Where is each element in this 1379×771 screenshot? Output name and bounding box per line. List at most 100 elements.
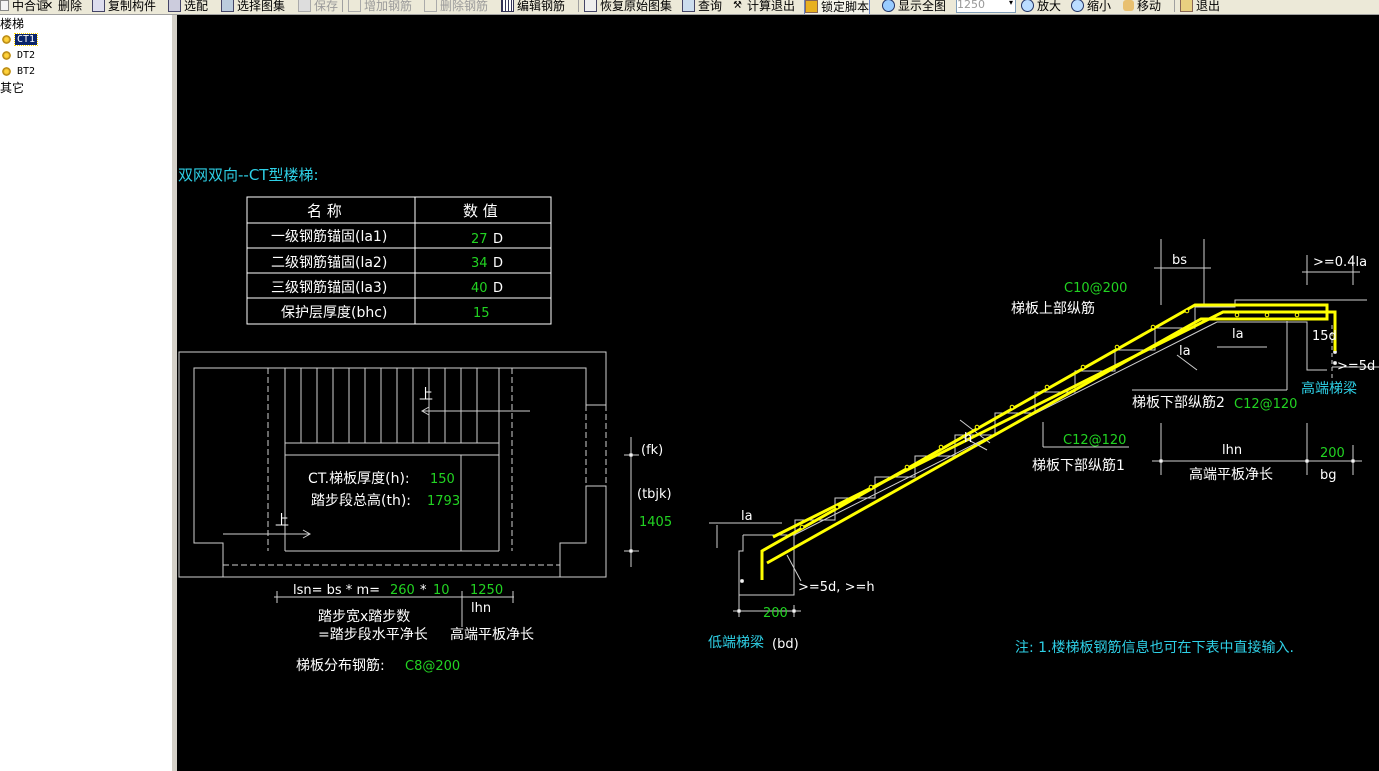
tree-item-bt2[interactable]: BT2 <box>0 64 37 78</box>
section-bd-value[interactable]: 200 <box>763 606 788 622</box>
tree-item-ct1[interactable]: CT1 <box>0 32 39 46</box>
exit-icon <box>1180 0 1193 12</box>
zoom-all-icon <box>882 0 895 12</box>
plan-thickness-label: CT.梯板厚度(h): <box>308 471 410 487</box>
plan-lhn-label: lhn <box>471 601 492 616</box>
remove-icon <box>424 0 437 12</box>
section-ge5d-label: >=5d <box>1337 359 1376 374</box>
pan-button[interactable]: 移动 <box>1123 0 1161 14</box>
table-row-name: 保护层厚度(bhc) <box>281 305 388 321</box>
lock-icon <box>805 0 818 13</box>
plan-fk-label: (fk) <box>641 443 664 458</box>
section-high-beam-label: 高端梯梁 <box>1301 381 1357 397</box>
component-tree: 楼梯 CT1 DT2 BT2 其它 <box>0 15 171 771</box>
table-row-name: 二级钢筋锚固(la2) <box>271 255 388 271</box>
plan-high-plate: 高端平板净长 <box>450 627 534 643</box>
gear-icon <box>2 50 11 60</box>
delete-icon: ✕ <box>44 0 54 12</box>
chevron-down-icon: ▾ <box>1008 0 1013 7</box>
plan-step-text: 踏步宽x踏步数 <box>318 609 411 625</box>
plan-step-lines <box>300 368 478 443</box>
table-row-unit: D <box>493 256 504 271</box>
restore-atlas-button[interactable]: 恢复原始图集 <box>584 0 672 14</box>
plan-up-label: 上 <box>275 513 289 529</box>
toolbar-separator <box>1174 0 1175 12</box>
zoom-combo[interactable]: 1250 ▾ <box>956 0 1016 13</box>
section-bs-label: bs <box>1172 253 1188 268</box>
save-icon <box>298 0 311 12</box>
section-low-la-label: la <box>741 509 753 524</box>
plan-thickness-value[interactable]: 150 <box>430 472 455 488</box>
table-header-name: 名 称 <box>307 202 342 220</box>
edit-rebar-button[interactable]: 编辑钢筋 <box>501 0 565 14</box>
section-la-label: la <box>1179 344 1191 359</box>
plan-m-value[interactable]: 10 <box>433 583 450 599</box>
delete-button[interactable]: ✕ 删除 <box>44 0 82 14</box>
restore-icon <box>584 0 597 12</box>
section-bg-label: bg <box>1320 468 1337 483</box>
delete-rebar-button[interactable]: 删除钢筋 <box>424 0 488 14</box>
rebar-lines <box>760 303 1337 580</box>
select-atlas-button[interactable]: 选择图集 <box>221 0 285 14</box>
drawing-canvas[interactable]: 双网双向--CT型楼梯: 名 称 数 值 一级钢筋锚固(la1) 27 D 二级… <box>177 15 1379 771</box>
add-rebar-button[interactable]: 增加钢筋 <box>348 0 412 14</box>
zoom-in-icon <box>1021 0 1034 12</box>
lock-script-button[interactable]: 锁定脚本 <box>804 0 871 14</box>
new-icon <box>0 0 9 11</box>
section-15d-label: 15d <box>1312 329 1337 344</box>
save-button[interactable]: 保存 <box>298 0 338 14</box>
section-la-label: la <box>1232 327 1244 342</box>
section-bottom2-value[interactable]: C12@120 <box>1234 397 1297 413</box>
drawing-note: 注: 1.楼梯板钢筋信息也可在下表中直接输入. <box>1015 640 1294 656</box>
section-bottom1-value[interactable]: C12@120 <box>1063 433 1126 449</box>
plan-height-value[interactable]: 1793 <box>427 494 460 510</box>
plan-lhn-value[interactable]: 1250 <box>470 583 503 599</box>
table-row-name: 三级钢筋锚固(la3) <box>271 280 388 296</box>
copy-icon <box>92 0 105 12</box>
add-icon <box>348 0 361 12</box>
copy-component-button[interactable]: 复制构件 <box>92 0 156 14</box>
zoom-out-icon <box>1071 0 1084 12</box>
table-row-value[interactable]: 40 <box>471 281 488 297</box>
section-h-label: h <box>964 431 973 446</box>
plan-tbjk-value[interactable]: 1405 <box>639 515 672 531</box>
table-header-value: 数 值 <box>463 202 498 220</box>
table-row-value[interactable]: 15 <box>473 306 490 322</box>
table-row-unit: D <box>493 281 504 296</box>
show-all-button[interactable]: 显示全图 <box>882 0 946 14</box>
tree-root-stairs[interactable]: 楼梯 <box>0 16 24 31</box>
query-icon <box>682 0 695 12</box>
table-row-value[interactable]: 27 <box>471 232 488 248</box>
table-row-value[interactable]: 34 <box>471 256 488 272</box>
exit-button[interactable]: 退出 <box>1180 0 1220 14</box>
section-top-bar-label: 梯板上部纵筋 <box>1011 301 1095 317</box>
section-top-bar-value[interactable]: C10@200 <box>1064 281 1127 297</box>
plan-tbjk-label: (tbjk) <box>637 487 672 502</box>
new-button[interactable]: 中合诓 <box>0 0 48 14</box>
toolbar-separator <box>578 0 579 12</box>
zoom-in-button[interactable]: 放大 <box>1021 0 1061 14</box>
zoom-out-button[interactable]: 缩小 <box>1071 0 1111 14</box>
section-bg-value[interactable]: 200 <box>1320 446 1345 462</box>
toolbar: 中合诓 ✕ 删除 复制构件 选配 选择图集 保存 增加钢筋 删除钢筋 编辑钢筋 恢… <box>0 0 1379 15</box>
tree-item-other[interactable]: 其它 <box>0 80 24 95</box>
section-bottom1-label: 梯板下部纵筋1 <box>1032 458 1125 474</box>
atlas-icon <box>221 0 234 12</box>
calc-exit-button[interactable]: ⚒ 计算退出 <box>733 0 795 14</box>
gear-icon <box>2 66 11 76</box>
query-button[interactable]: 查询 <box>682 0 722 14</box>
drawing-title: 双网双向--CT型楼梯: <box>178 166 319 184</box>
section-high-plate-label: 高端平板净长 <box>1189 467 1273 483</box>
match-button[interactable]: 选配 <box>168 0 208 14</box>
plan-up-label: 上 <box>419 387 433 403</box>
plan-dist-value[interactable]: C8@200 <box>405 659 460 675</box>
section-bottom2-label: 梯板下部纵筋2 <box>1132 395 1225 411</box>
plan-height-label: 踏步段总高(th): <box>311 493 412 509</box>
wrench-icon: ⚒ <box>733 0 742 11</box>
plan-bs-value[interactable]: 260 <box>390 583 415 599</box>
tree-item-dt2[interactable]: DT2 <box>0 48 37 62</box>
gear-icon <box>2 34 11 44</box>
plan-step-text2: =踏步段水平净长 <box>318 627 428 643</box>
table-row-name: 一级钢筋锚固(la1) <box>271 229 388 245</box>
section-view <box>709 239 1379 617</box>
